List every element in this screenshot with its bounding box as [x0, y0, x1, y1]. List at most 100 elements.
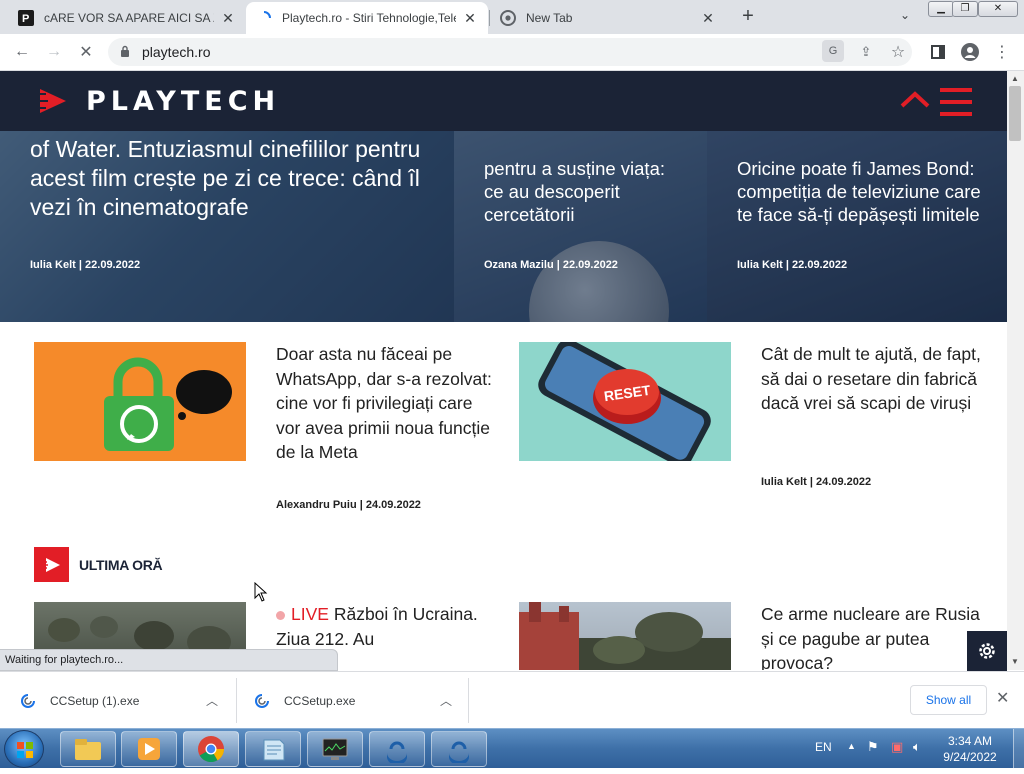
download-filename: CCSetup (1).exe: [50, 693, 140, 708]
side-panel-icon[interactable]: [926, 40, 950, 64]
start-button[interactable]: [4, 730, 44, 768]
status-bubble: Waiting for playtech.ro...: [0, 649, 338, 671]
taskbar-task-manager[interactable]: [307, 731, 363, 767]
mouse-cursor-icon: [254, 582, 268, 602]
chevron-up-icon[interactable]: [900, 89, 930, 109]
tab-title: New Tab: [526, 11, 573, 25]
tab-close-icon[interactable]: ✕: [220, 10, 236, 27]
section-title: ULTIMA ORĂ: [79, 556, 163, 573]
clock-time[interactable]: 3:34 AM: [945, 734, 995, 748]
article-title[interactable]: Doar asta nu făceai pe WhatsApp, dar s-a…: [276, 342, 496, 465]
hero-title[interactable]: Oricine poate fi James Bond: competiția …: [737, 157, 987, 226]
lock-icon: [121, 45, 129, 57]
new-tab-button[interactable]: +: [737, 5, 759, 27]
show-all-downloads-button[interactable]: Show all: [910, 685, 987, 715]
volume-icon[interactable]: 🔈︎: [913, 739, 921, 755]
translate-icon[interactable]: G: [822, 40, 844, 62]
live-dot-icon: [276, 610, 285, 620]
article-title-live[interactable]: LIVE Război în Ucraina. Ziua 212. Au: [276, 602, 496, 651]
hero-meta: Iulia Kelt | 22.09.2022: [737, 259, 848, 271]
scrollbar-thumb[interactable]: [1009, 86, 1021, 141]
media-player-icon: [138, 738, 160, 760]
close-window-button[interactable]: ✕: [978, 1, 1018, 17]
tab-new-tab[interactable]: New Tab ✕: [490, 2, 726, 34]
play-arrow-icon: [34, 547, 69, 582]
playtech-logo-icon: [36, 89, 66, 113]
section-header-ultima-ora: ULTIMA ORĂ: [34, 547, 163, 582]
hamburger-menu-icon[interactable]: [940, 86, 972, 118]
share-icon[interactable]: ⇪: [854, 40, 878, 64]
show-desktop-button[interactable]: [1013, 729, 1024, 769]
back-arrow-icon[interactable]: ←: [10, 40, 34, 64]
hero-meta: Iulia Kelt | 22.09.2022: [30, 259, 141, 271]
article-title[interactable]: Ce arme nucleare are Rusia și ce pagube …: [761, 602, 986, 670]
hero-article-1[interactable]: of Water. Entuziasmul cinefililor pentru…: [0, 131, 454, 322]
logo-text: PLAYTECH: [86, 85, 281, 117]
show-hidden-icons-icon[interactable]: ▲: [847, 741, 856, 751]
bookmark-star-icon[interactable]: ☆: [886, 40, 910, 64]
page-scrollbar[interactable]: ▲ ▼: [1007, 71, 1024, 670]
article-title[interactable]: Cât de mult te ajută, de fapt, să dai o …: [761, 342, 986, 416]
tab-close-icon[interactable]: ✕: [462, 10, 478, 27]
download-separator: [468, 678, 469, 723]
forward-arrow-icon[interactable]: →: [42, 40, 66, 64]
folder-icon: [75, 739, 101, 760]
hero-title[interactable]: of Water. Entuziasmul cinefililor pentru…: [30, 135, 440, 222]
close-download-shelf-icon[interactable]: ✕: [996, 688, 1009, 708]
taskbar-ccleaner-setup-2[interactable]: [431, 731, 487, 767]
tab-playtech[interactable]: Playtech.ro - Stiri Tehnologie,Tele ✕: [246, 2, 488, 34]
scroll-down-arrow-icon[interactable]: ▼: [1011, 657, 1019, 666]
svg-text:P: P: [22, 13, 29, 25]
menu-kebab-icon[interactable]: ⋮: [990, 40, 1014, 64]
playtech-p-icon: P: [18, 10, 34, 26]
clock-date[interactable]: 9/24/2022: [939, 750, 1001, 764]
language-indicator[interactable]: EN: [815, 740, 832, 754]
download-item[interactable]: CCSetup (1).exe ︿: [0, 672, 236, 729]
phone-reset-illustration: RESET: [538, 342, 711, 461]
download-progress-icon: [21, 693, 35, 708]
browser-toolbar: ← → ✕ playtech.ro G ⇪ ☆ ⋮: [0, 34, 1024, 71]
hero-article-2[interactable]: pentru a susține viața: ce au descoperit…: [454, 131, 707, 322]
chrome-icon: [198, 736, 225, 763]
chevron-up-icon[interactable]: ︿: [206, 692, 218, 709]
stop-loading-icon[interactable]: ✕: [74, 40, 98, 64]
scroll-up-arrow-icon[interactable]: ▲: [1011, 74, 1019, 83]
ccleaner-icon: [387, 741, 407, 763]
profile-avatar-icon[interactable]: [958, 40, 982, 64]
reset-article-image[interactable]: RESET: [519, 342, 731, 461]
maximize-button[interactable]: ❐: [952, 1, 978, 17]
taskbar-media-player[interactable]: [121, 731, 177, 767]
taskbar-notepad[interactable]: [245, 731, 301, 767]
nuclear-article-image[interactable]: [519, 602, 731, 670]
whatsapp-article-image[interactable]: [34, 342, 246, 461]
download-shelf: CCSetup (1).exe ︿ CCSetup.exe ︿ Show all…: [0, 671, 1024, 728]
minimize-button[interactable]: ▁: [928, 1, 954, 17]
tab-search-chevron-icon[interactable]: ⌄: [896, 8, 914, 26]
whatsapp-lock-illustration: [104, 357, 232, 451]
monitor-icon: [322, 738, 348, 760]
notepad-icon: [263, 739, 285, 761]
url-text: playtech.ro: [142, 44, 211, 60]
download-item[interactable]: CCSetup.exe ︿: [236, 672, 468, 729]
hero-articles: of Water. Entuziasmul cinefililor pentru…: [0, 131, 1007, 322]
address-bar[interactable]: playtech.ro G ⇪ ☆: [108, 38, 912, 66]
chevron-up-icon[interactable]: ︿: [440, 692, 452, 709]
web-page: PLAYTECH of Water. Entuziasmul cinefilil…: [0, 71, 1007, 670]
taskbar-chrome[interactable]: [183, 731, 239, 767]
hero-article-3[interactable]: Oricine poate fi James Bond: competiția …: [707, 131, 1007, 322]
action-center-flag-icon[interactable]: ⚑: [867, 739, 879, 755]
taskbar-ccleaner-setup-1[interactable]: [369, 731, 425, 767]
download-progress-icon: [255, 693, 269, 708]
missile-parade-photo: [519, 602, 731, 670]
tab-close-icon[interactable]: ✕: [700, 10, 716, 27]
chrome-icon: [500, 10, 516, 26]
article-meta: Iulia Kelt | 24.09.2022: [761, 476, 872, 488]
windows-logo-icon: [17, 742, 33, 758]
tab-care-vor[interactable]: P cARE VOR SA APARE AICI SA ZIC ✕: [8, 2, 246, 34]
taskbar-explorer[interactable]: [60, 731, 116, 767]
settings-gear-button[interactable]: [967, 631, 1007, 671]
site-logo[interactable]: PLAYTECH: [36, 85, 280, 117]
network-disconnected-icon[interactable]: ▣: [891, 739, 903, 755]
article-meta: Alexandru Puiu | 24.09.2022: [276, 499, 421, 511]
hero-title[interactable]: pentru a susține viața: ce au descoperit…: [484, 157, 689, 226]
